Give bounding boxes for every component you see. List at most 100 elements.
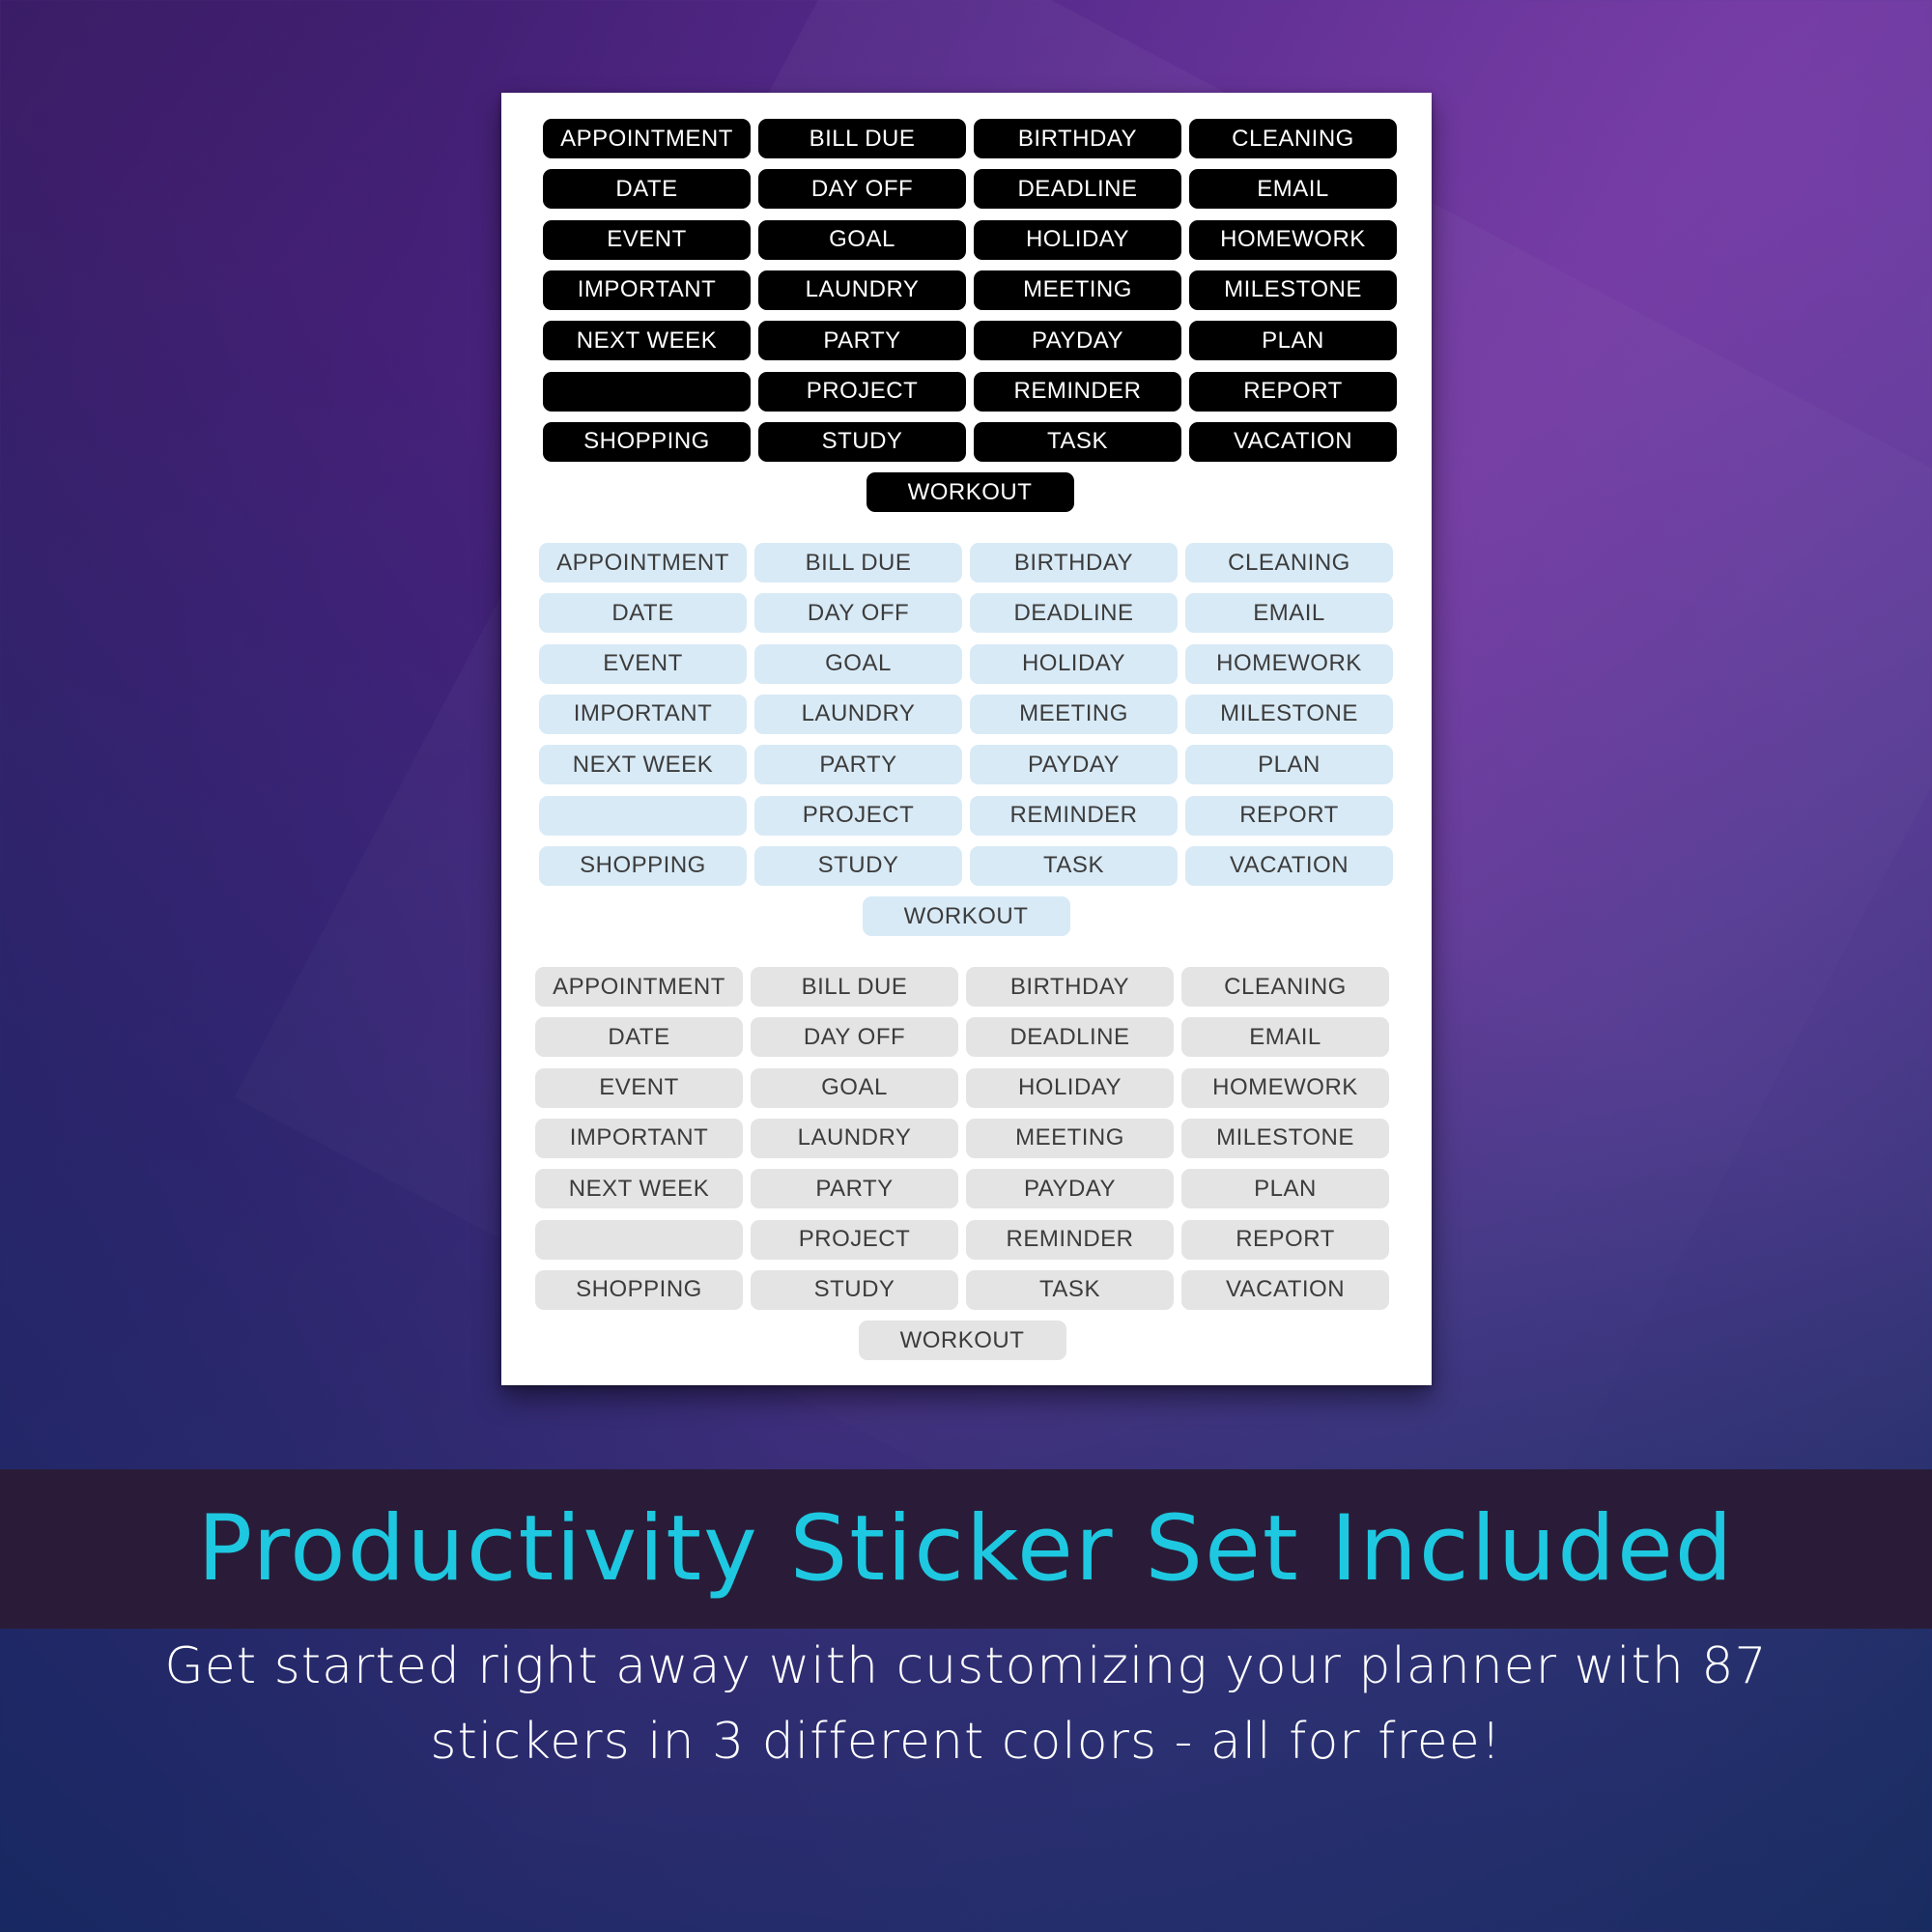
black-sticker-report: REPORT [1189, 371, 1397, 412]
sticker-label: NEXT WEEK [572, 751, 714, 778]
gray-sticker-day-off: DAY OFF [751, 1017, 958, 1058]
sticker-label: PARTY [819, 751, 897, 778]
black-sticker-email: EMAIL [1189, 169, 1397, 210]
black-sticker-holiday: HOLIDAY [974, 219, 1181, 260]
sticker-label: LAUNDRY [801, 700, 916, 727]
sticker-label: PLAN [1262, 327, 1324, 354]
sticker-label: PROJECT [798, 1226, 911, 1252]
black-sticker-day-off: DAY OFF [758, 169, 966, 210]
gray-sticker-deadline: DEADLINE [966, 1017, 1174, 1058]
gray-sticker-laundry: LAUNDRY [751, 1118, 958, 1158]
sticker-label: IMPORTANT [569, 1124, 709, 1151]
sticker-label: EMAIL [1249, 1023, 1321, 1050]
sticker-label: IMPORTANT [577, 276, 717, 303]
sticker-label: VACATION [1229, 852, 1350, 879]
gray-sticker-important: IMPORTANT [535, 1118, 743, 1158]
gray-sticker-date: DATE [535, 1017, 743, 1058]
gray-sticker-cleaning: CLEANING [1181, 967, 1389, 1007]
sticker-label: GOAL [821, 1074, 888, 1101]
sticker-label: PROJECT [802, 802, 915, 828]
sticker-label: CLEANING [1224, 973, 1347, 1000]
blue-sticker-appointment: APPOINTMENT [539, 543, 747, 582]
sticker-label: GOAL [825, 650, 892, 677]
sticker-label: STUDY [813, 1276, 895, 1303]
sticker-label: MEETING [1019, 700, 1128, 727]
sticker-label: REPORT [1236, 1226, 1335, 1252]
black-sticker-vacation: VACATION [1189, 421, 1397, 462]
black-sticker-workout: WORKOUT [866, 472, 1074, 513]
gray-sticker-appointment: APPOINTMENT [535, 967, 743, 1007]
black-sticker-laundry: LAUNDRY [758, 270, 966, 310]
blue-sticker-reminder: REMINDER [970, 795, 1178, 836]
sticker-label: EVENT [599, 1074, 679, 1101]
sticker-label: DAY OFF [803, 1023, 906, 1050]
blue-sticker-study: STUDY [754, 845, 962, 886]
blue-sticker-next-week: NEXT WEEK [539, 745, 747, 785]
banner-title: Productivity Sticker Set Included [197, 1496, 1735, 1602]
gray-sticker-next-week: NEXT WEEK [535, 1169, 743, 1209]
sticker-label: BIRTHDAY [1013, 549, 1134, 576]
black-sticker-homework: HOMEWORK [1189, 219, 1397, 260]
blue-sticker-deadline: DEADLINE [970, 593, 1178, 634]
black-sticker-date: DATE [543, 169, 751, 210]
blue-sticker-blank [539, 795, 747, 836]
sticker-label: WORKOUT [907, 478, 1033, 505]
blue-sticker-plan: PLAN [1185, 745, 1393, 785]
sticker-label: HOMEWORK [1220, 226, 1366, 253]
sticker-label: HOLIDAY [1021, 650, 1126, 677]
gray-sticker-plan: PLAN [1181, 1169, 1389, 1209]
gray-sticker-homework: HOMEWORK [1181, 1067, 1389, 1108]
sticker-label: PLAN [1258, 751, 1321, 778]
gray-sticker-event: EVENT [535, 1067, 743, 1108]
gray-sticker-birthday: BIRTHDAY [966, 967, 1174, 1007]
blue-sticker-bill-due: BILL DUE [754, 543, 962, 582]
gray-sticker-email: EMAIL [1181, 1017, 1389, 1058]
black-sticker-next-week: NEXT WEEK [543, 321, 751, 361]
black-sticker-meeting: MEETING [974, 270, 1181, 310]
blue-sticker-report: REPORT [1185, 795, 1393, 836]
gray-sticker-payday: PAYDAY [966, 1169, 1174, 1209]
sticker-label: PLAN [1254, 1175, 1317, 1202]
blue-sticker-cleaning: CLEANING [1185, 543, 1393, 582]
sticker-label: DEADLINE [1017, 175, 1138, 202]
black-sticker-blank [543, 371, 751, 412]
sticker-label: PROJECT [806, 378, 919, 404]
description-line-2: stickers in 3 different colors - all for… [430, 1713, 1502, 1771]
gray-sticker-party: PARTY [751, 1169, 958, 1209]
blue-sticker-event: EVENT [539, 643, 747, 684]
sticker-label: SHOPPING [576, 1276, 702, 1303]
blue-sticker-holiday: HOLIDAY [970, 643, 1178, 684]
sticker-label: WORKOUT [903, 902, 1029, 929]
black-sticker-milestone: MILESTONE [1189, 270, 1397, 310]
blue-sticker-project: PROJECT [754, 795, 962, 836]
sticker-label: DEADLINE [1013, 599, 1134, 626]
sticker-label: DATE [608, 1023, 670, 1050]
sticker-label: REMINDER [1009, 802, 1138, 828]
blue-sticker-party: PARTY [754, 745, 962, 785]
gray-sticker-study: STUDY [751, 1269, 958, 1310]
sticker-label: BIRTHDAY [1017, 125, 1138, 152]
black-sticker-plan: PLAN [1189, 321, 1397, 361]
blue-sticker-day-off: DAY OFF [754, 593, 962, 634]
blue-sticker-meeting: MEETING [970, 694, 1178, 734]
black-sticker-reminder: REMINDER [974, 371, 1181, 412]
sticker-label: WORKOUT [899, 1326, 1025, 1353]
blue-sticker-milestone: MILESTONE [1185, 694, 1393, 734]
sticker-label: REMINDER [1006, 1226, 1134, 1252]
sticker-label: EVENT [603, 650, 683, 677]
black-sticker-task: TASK [974, 421, 1181, 462]
sticker-label: DEADLINE [1009, 1023, 1130, 1050]
gray-sticker-task: TASK [966, 1269, 1174, 1310]
sticker-label: TASK [1043, 852, 1104, 879]
gray-sticker-reminder: REMINDER [966, 1219, 1174, 1260]
blue-sticker-task: TASK [970, 845, 1178, 886]
sticker-label: MILESTONE [1220, 700, 1358, 727]
sticker-label: MEETING [1023, 276, 1132, 303]
sticker-label: MILESTONE [1224, 276, 1362, 303]
black-sticker-deadline: DEADLINE [974, 169, 1181, 210]
blue-sticker-important: IMPORTANT [539, 694, 747, 734]
gray-sticker-goal: GOAL [751, 1067, 958, 1108]
sticker-label: GOAL [829, 226, 895, 253]
black-sticker-payday: PAYDAY [974, 321, 1181, 361]
sticker-label: IMPORTANT [573, 700, 713, 727]
